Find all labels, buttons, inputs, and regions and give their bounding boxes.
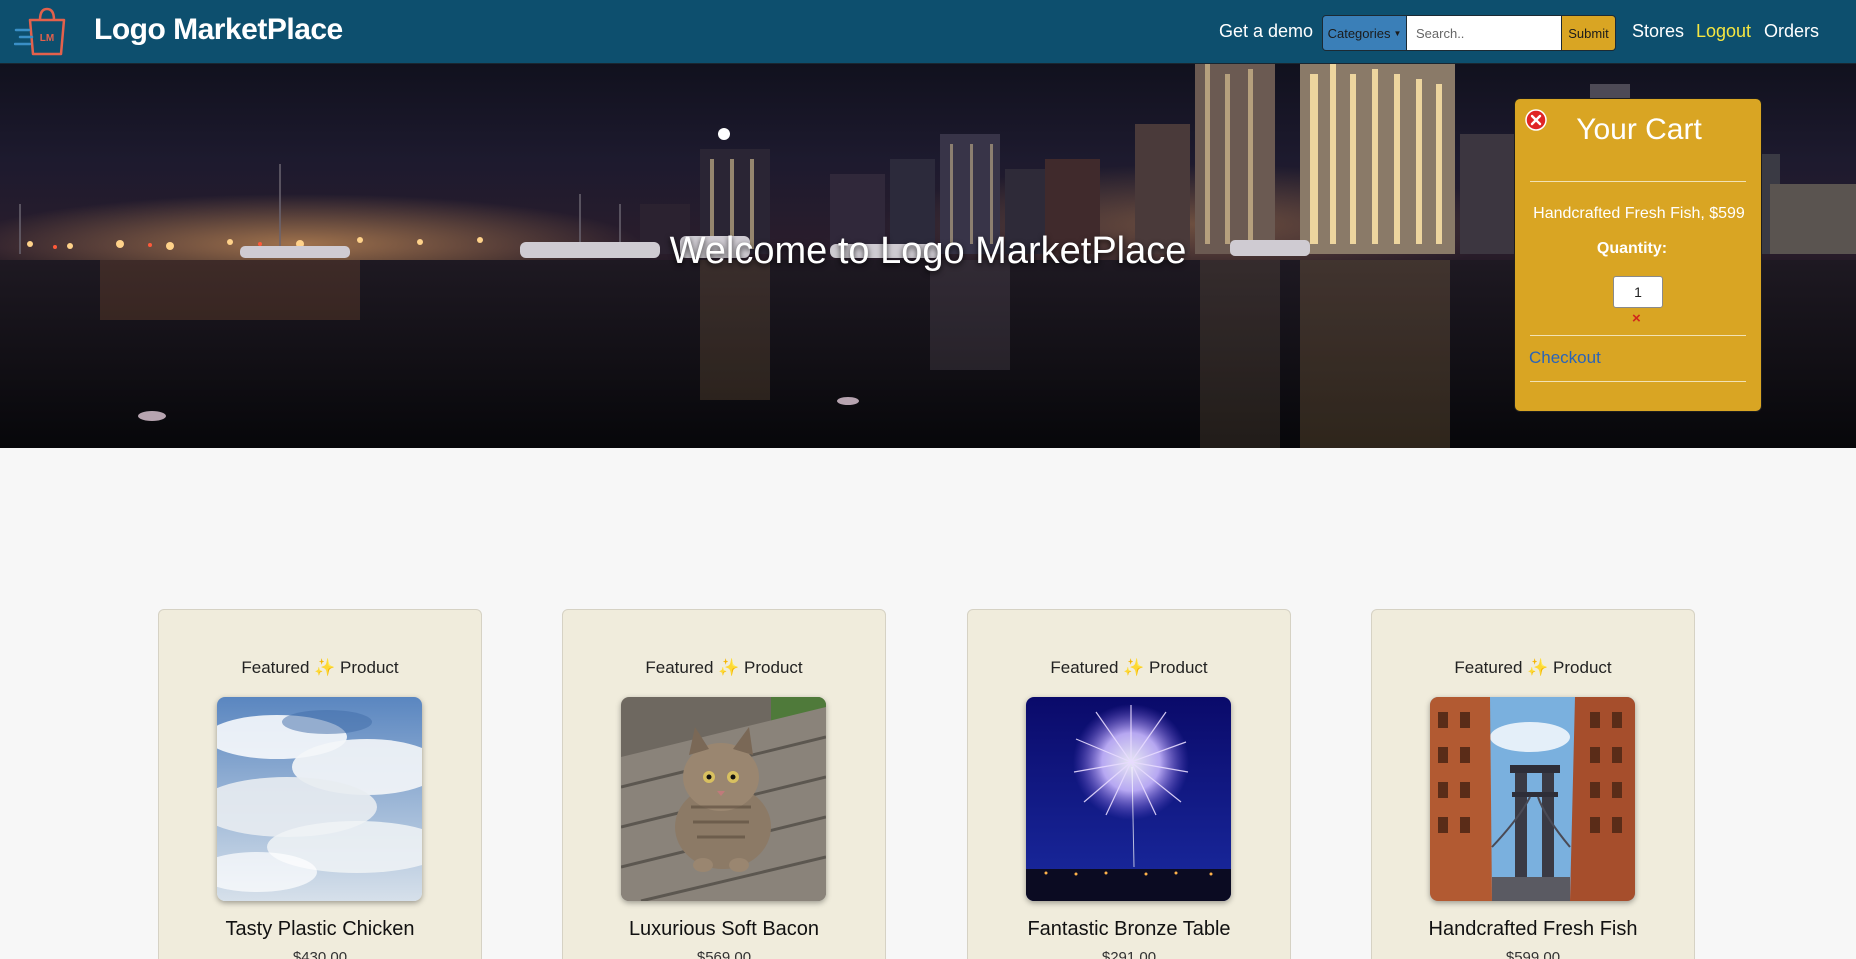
- quantity-input[interactable]: [1613, 276, 1663, 308]
- quantity-label: Quantity:: [1596, 240, 1668, 257]
- nav-get-demo-link[interactable]: Get a demo: [1219, 21, 1313, 42]
- product-name[interactable]: Handcrafted Fresh Fish: [1372, 918, 1694, 941]
- product-card[interactable]: Featured ✨ Product Fantastic Bronze Tabl…: [967, 609, 1291, 959]
- product-price: $569.00: [696, 949, 752, 959]
- product-image[interactable]: [621, 697, 826, 901]
- cart-panel: Your Cart Handcrafted Fresh Fish, $599 Q…: [1514, 98, 1762, 412]
- sparkles-icon: ✨: [1527, 658, 1549, 677]
- search-bar: Categories ▼ Submit: [1322, 15, 1616, 51]
- nav-orders-link[interactable]: Orders: [1764, 21, 1819, 42]
- featured-label: Featured ✨ Product: [1454, 658, 1612, 677]
- cart-title: Your Cart: [1576, 113, 1702, 146]
- categories-label: Categories: [1327, 25, 1391, 41]
- categories-dropdown-button[interactable]: Categories ▼: [1323, 16, 1407, 50]
- product-name[interactable]: Tasty Plastic Chicken: [159, 918, 481, 941]
- remove-item-icon[interactable]: ×: [1632, 310, 1641, 327]
- cart-divider: [1530, 381, 1746, 382]
- product-name[interactable]: Luxurious Soft Bacon: [563, 918, 885, 941]
- product-name[interactable]: Fantastic Bronze Table: [968, 918, 1290, 941]
- nav-stores-link[interactable]: Stores: [1632, 21, 1684, 42]
- cart-divider: [1530, 335, 1746, 336]
- featured-label: Featured ✨ Product: [645, 658, 803, 677]
- search-submit-button[interactable]: Submit: [1561, 16, 1615, 50]
- cart-item-label: Handcrafted Fresh Fish, $599: [1533, 205, 1745, 222]
- sparkles-icon: ✨: [718, 658, 740, 677]
- checkout-link[interactable]: Checkout: [1529, 348, 1601, 368]
- featured-label: Featured ✨ Product: [241, 658, 399, 677]
- product-image[interactable]: [217, 697, 422, 901]
- cart-divider: [1530, 181, 1746, 182]
- product-price: $430.00: [292, 949, 348, 959]
- product-price: $599.00: [1505, 949, 1561, 959]
- product-price: $291.00: [1101, 949, 1157, 959]
- sparkles-icon: ✨: [314, 658, 336, 677]
- nav-logout-link[interactable]: Logout: [1696, 21, 1751, 42]
- caret-down-icon: ▼: [1393, 28, 1402, 38]
- svg-text:LM: LM: [40, 33, 54, 44]
- brand-title[interactable]: Logo MarketPlace: [94, 13, 343, 47]
- product-card[interactable]: Featured ✨ Product Handcrafted Fresh Fis…: [1371, 609, 1695, 959]
- featured-label: Featured ✨ Product: [1050, 658, 1208, 677]
- shopping-bag-logo-icon[interactable]: LM: [13, 6, 70, 58]
- product-card[interactable]: Featured ✨ Product Tasty Plastic Chicken…: [158, 609, 482, 959]
- product-image[interactable]: [1026, 697, 1231, 901]
- search-input[interactable]: [1407, 16, 1561, 50]
- product-image[interactable]: [1430, 697, 1635, 901]
- sparkles-icon: ✨: [1123, 658, 1145, 677]
- navbar: LM Logo MarketPlace Get a demo Categorie…: [0, 0, 1856, 64]
- product-card[interactable]: Featured ✨ Product Luxurious Soft Bacon …: [562, 609, 886, 959]
